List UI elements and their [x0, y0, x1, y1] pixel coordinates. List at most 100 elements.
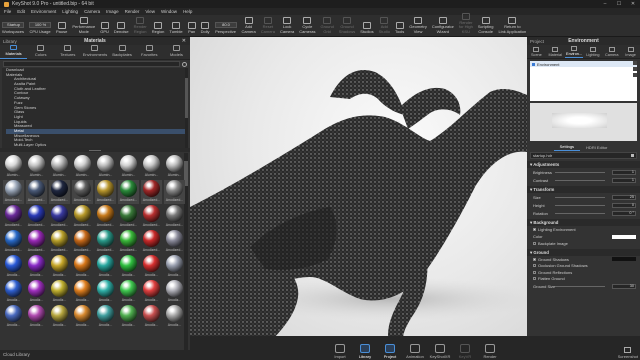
ground-size-field[interactable]: 30: [612, 283, 636, 289]
material-thumbnail[interactable]: Alumin...: [95, 155, 116, 179]
contrast-slider[interactable]: [555, 179, 605, 181]
background-color-swatch[interactable]: [612, 234, 636, 239]
ribbon-studios-button[interactable]: Studios: [360, 21, 374, 35]
contrast-field[interactable]: 1: [612, 177, 636, 183]
ribbon-reset-camera-button[interactable]: Reset Camera: [261, 17, 275, 34]
ribbon-return-to-link-application-button[interactable]: Return to Link Application: [498, 17, 526, 34]
material-thumbnail[interactable]: Anodiz...: [3, 305, 24, 329]
tree-scrollbar[interactable]: [185, 68, 188, 148]
material-thumbnail[interactable]: Anodized...: [95, 205, 116, 229]
material-thumbnail[interactable]: Anodiz...: [3, 280, 24, 304]
dock-library-button[interactable]: Library: [353, 344, 378, 359]
menu-item-edit[interactable]: Edit: [17, 9, 25, 14]
material-thumbnail[interactable]: Anodized...: [3, 230, 24, 254]
hdri-file-select[interactable]: startup.hdr: [530, 152, 637, 159]
material-thumbnail[interactable]: Anodized...: [72, 230, 93, 254]
tab-scene[interactable]: Scene: [527, 45, 546, 58]
folder-icon[interactable]: [631, 154, 634, 157]
ribbon-pause-button[interactable]: Pause: [56, 21, 67, 35]
delete-environment-icon[interactable]: [633, 73, 637, 77]
material-thumbnail[interactable]: Anodiz...: [164, 255, 185, 279]
tab-lighting[interactable]: Lighting: [583, 45, 602, 58]
tab-material[interactable]: Material: [546, 45, 565, 58]
material-thumbnail[interactable]: Anodized...: [72, 205, 93, 229]
material-thumbnail[interactable]: Anodiz...: [26, 280, 47, 304]
menu-item-window[interactable]: Window: [161, 9, 177, 14]
material-thumbnail[interactable]: Anodiz...: [95, 280, 116, 304]
material-thumbnail[interactable]: Anodized...: [118, 230, 139, 254]
material-thumbnail[interactable]: Anodized...: [72, 180, 93, 204]
material-thumbnail[interactable]: Anodized...: [49, 180, 70, 204]
material-thumbnail[interactable]: Anodized...: [49, 230, 70, 254]
material-thumbnail[interactable]: Anodiz...: [26, 305, 47, 329]
render-viewport[interactable]: [190, 37, 527, 350]
material-thumbnail[interactable]: Alumin...: [164, 155, 185, 179]
tab-environments[interactable]: Environments: [81, 45, 108, 59]
material-thumbnail[interactable]: Anodized...: [164, 205, 185, 229]
material-thumbnail[interactable]: Anodized...: [95, 180, 116, 204]
material-thumbnail[interactable]: Anodiz...: [49, 255, 70, 279]
environment-list-item[interactable]: Environment: [530, 61, 637, 67]
ribbon-tools-button[interactable]: Tools: [395, 21, 404, 35]
material-thumbnail[interactable]: Anodized...: [3, 205, 24, 229]
material-thumbnail[interactable]: Anodized...: [3, 180, 24, 204]
ribbon-denoise-button[interactable]: Denoise: [114, 21, 129, 35]
ribbon-region-button[interactable]: Region: [152, 21, 164, 35]
ribbon-ground-grid-button[interactable]: Ground Grid: [320, 17, 334, 34]
dock-project-button[interactable]: Project: [378, 344, 403, 359]
ribbon-perspective-button[interactable]: 80.0 Perspective: [214, 21, 237, 35]
ribbon-ground-shadows-button[interactable]: Ground Shadows: [339, 17, 355, 34]
material-thumbnail[interactable]: Anodiz...: [118, 255, 139, 279]
material-thumbnail[interactable]: Alumin...: [141, 155, 162, 179]
menu-item-lighting[interactable]: Lighting: [62, 9, 78, 14]
ribbon-add-studio-button[interactable]: Add Studio: [379, 17, 390, 34]
material-thumbnail[interactable]: Anodized...: [26, 180, 47, 204]
material-thumbnail[interactable]: Anodiz...: [118, 280, 139, 304]
menu-item-file[interactable]: File: [4, 9, 11, 14]
dock-animation-button[interactable]: Animation: [403, 344, 428, 359]
height-field[interactable]: 0: [612, 202, 636, 208]
menu-item-environment[interactable]: Environment: [31, 9, 56, 14]
shadow-color-swatch[interactable]: [612, 257, 636, 262]
material-thumbnail[interactable]: Anodized...: [141, 205, 162, 229]
dock-render-button[interactable]: Render: [478, 344, 503, 359]
material-thumbnail[interactable]: Alumin...: [26, 155, 47, 179]
material-thumbnail[interactable]: Anodiz...: [49, 305, 70, 329]
close-button[interactable]: ✕: [626, 1, 640, 7]
material-thumbnail[interactable]: Anodiz...: [118, 305, 139, 329]
menu-item-help[interactable]: Help: [183, 9, 192, 14]
workspace-select[interactable]: Startup: [2, 21, 24, 28]
background-header[interactable]: ▾ Background: [527, 219, 640, 226]
ribbon-geometry-view-button[interactable]: Geometry View: [409, 17, 427, 34]
minimize-button[interactable]: –: [598, 1, 612, 7]
material-thumbnail[interactable]: Anodized...: [141, 180, 162, 204]
ribbon-cycle-cameras-button[interactable]: Cycle Cameras: [299, 17, 315, 34]
tab-materials[interactable]: Materials: [0, 45, 28, 59]
ribbon-scripting-console-button[interactable]: Scripting Console: [478, 17, 493, 34]
size-slider[interactable]: [555, 196, 605, 198]
material-thumbnail[interactable]: Anodiz...: [141, 280, 162, 304]
adjustments-header[interactable]: ▾ Adjustments: [527, 161, 640, 168]
brightness-field[interactable]: 1: [612, 169, 636, 175]
material-thumbnail[interactable]: Anodized...: [26, 205, 47, 229]
tab-textures[interactable]: Textures: [54, 45, 81, 59]
copy-environment-icon[interactable]: [633, 67, 637, 71]
material-thumbnail[interactable]: Anodized...: [141, 230, 162, 254]
material-thumbnail[interactable]: Alumin...: [3, 155, 24, 179]
rotation-slider[interactable]: [555, 212, 605, 214]
tab-environ[interactable]: Environ...: [564, 45, 584, 58]
ribbon-pan-button[interactable]: Pan: [187, 21, 196, 35]
material-thumbnail[interactable]: Anodiz...: [72, 305, 93, 329]
dock-keyvr-button[interactable]: KeyVR: [453, 344, 478, 359]
rotation-field[interactable]: 0 °: [612, 210, 636, 216]
menu-item-camera[interactable]: Camera: [84, 9, 100, 14]
zoom-field[interactable]: 80.0: [214, 21, 237, 28]
close-icon[interactable]: ✕: [182, 38, 186, 44]
material-thumbnail[interactable]: Anodized...: [95, 230, 116, 254]
material-thumbnail[interactable]: Anodized...: [49, 205, 70, 229]
tab-favorites[interactable]: Favorites: [136, 45, 163, 59]
screenshot-button[interactable]: Screenshot: [618, 347, 638, 359]
maximize-button[interactable]: ☐: [612, 1, 626, 7]
ribbon-add-camera-button[interactable]: Add Camera: [242, 17, 256, 34]
material-thumbnail[interactable]: Anodiz...: [26, 255, 47, 279]
